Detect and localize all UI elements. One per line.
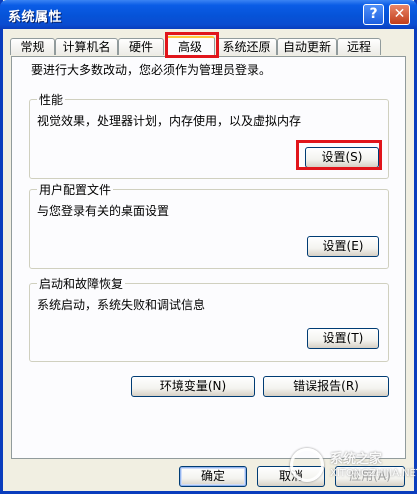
performance-title: 性能 [37,91,66,108]
watermark-line2: XITONGZHIJIA.NET [330,468,417,479]
window-title: 系统属性 [8,10,63,25]
advanced-tab-panel: 要进行大多数改动，您必须作为管理员登录。 性能 视觉效果，处理器计划，内存使用，… [11,56,406,459]
close-button[interactable]: ✕ [389,4,410,25]
tab-general[interactable]: 常规 [10,38,55,55]
user-profiles-description: 与您登录有关的桌面设置 [37,204,170,218]
help-button[interactable]: ? [363,4,384,25]
user-profiles-settings-button[interactable]: 设置(E) [307,236,379,257]
title-bar[interactable]: 系统属性 ? ✕ [0,0,417,29]
performance-description: 视觉效果，处理器计划，内存使用，以及虚拟内存 [37,114,302,128]
tab-automatic-updates[interactable]: 自动更新 [277,38,337,55]
error-reporting-button[interactable]: 错误报告(R) [263,376,389,397]
environment-variables-button[interactable]: 环境变量(N) [131,376,255,397]
tab-computer-name[interactable]: 计算机名 [55,38,118,55]
user-profiles-group: 用户配置文件 与您登录有关的桌面设置 设置(E) [29,181,389,269]
startup-recovery-description: 系统启动，系统失败和调试信息 [37,298,206,312]
site-watermark: 系统之家 XITONGZHIJIA.NET [290,446,417,490]
tab-system-restore[interactable]: 系统还原 [216,38,277,55]
ok-button[interactable]: 确定 [179,466,247,487]
watermark-logo-icon [290,448,324,482]
startup-recovery-title: 启动和故障恢复 [37,275,126,292]
startup-recovery-group: 启动和故障恢复 系统启动，系统失败和调试信息 设置(T) [29,275,389,362]
performance-settings-highlight [296,140,382,170]
system-properties-window: 系统属性 ? ✕ 常规 计算机名 硬件 高级 系统还原 自动更新 远程 要进行大… [0,0,417,494]
startup-recovery-settings-button[interactable]: 设置(T) [307,328,379,349]
user-profiles-title: 用户配置文件 [37,181,114,198]
tab-hardware[interactable]: 硬件 [118,38,164,55]
admin-notice: 要进行大多数改动，您必须作为管理员登录。 [31,63,272,77]
tab-remote[interactable]: 远程 [337,38,381,55]
tab-highlight-box [165,32,219,58]
watermark-line1: 系统之家 [330,452,383,467]
